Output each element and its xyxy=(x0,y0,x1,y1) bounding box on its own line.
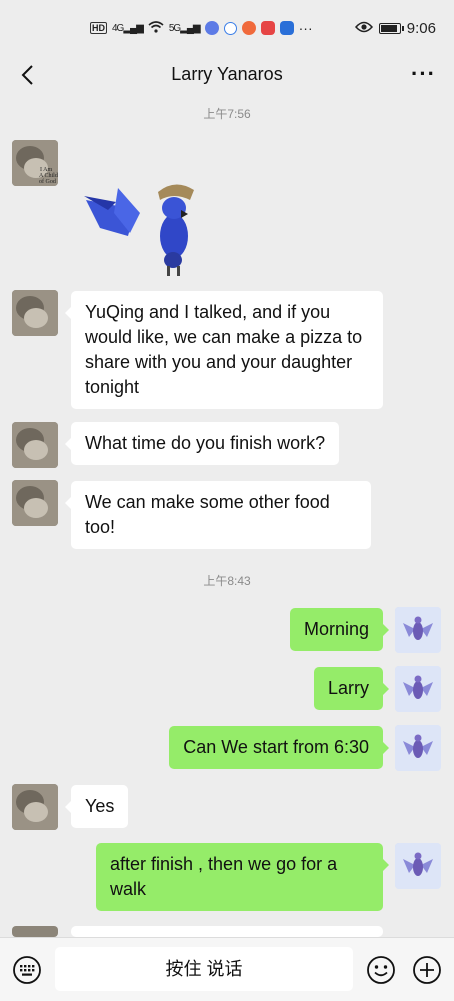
signal-icon: 4G▂▄▆ xyxy=(112,22,144,34)
emoji-icon xyxy=(367,956,395,984)
keyboard-toggle-button[interactable] xyxy=(12,955,42,985)
page-title: Larry Yanaros xyxy=(171,64,283,84)
message-bubble-incoming[interactable]: YuQing and I talked, and if you would li… xyxy=(65,291,383,409)
app-notification-icon-2 xyxy=(241,21,256,35)
contact-avatar[interactable] xyxy=(12,422,58,468)
message-bubble-incoming-partial[interactable] xyxy=(65,926,383,954)
avatar-image xyxy=(12,290,58,336)
avatar-text-3: of God xyxy=(39,178,56,185)
message-bubble-incoming[interactable]: We can make some other food too! xyxy=(65,481,371,549)
my-avatar[interactable] xyxy=(395,666,441,712)
emoji-button[interactable] xyxy=(366,955,396,985)
my-avatar[interactable] xyxy=(395,607,441,653)
more-actions-button[interactable] xyxy=(412,955,442,985)
status-left: HD 4G▂▄▆ 5G▂▄▆ ··· xyxy=(90,20,313,36)
timestamp: 上午7:56 xyxy=(203,107,251,121)
hd-icon: HD xyxy=(90,22,107,34)
message-bubble-outgoing[interactable]: Can We start from 6:30 xyxy=(169,726,389,769)
status-bar: HD 4G▂▄▆ 5G▂▄▆ ··· 9:06 xyxy=(0,0,454,56)
contact-avatar[interactable]: I Am A Child of God xyxy=(12,140,58,186)
message-bubble-incoming[interactable]: What time do you finish work? xyxy=(64,422,340,465)
more-options-button[interactable]: ··· xyxy=(411,61,436,87)
contact-avatar[interactable] xyxy=(12,784,58,830)
avatar-image xyxy=(12,784,58,830)
message-bubble-outgoing[interactable]: Morning xyxy=(289,608,390,651)
eye-icon xyxy=(354,20,373,37)
avatar-image xyxy=(395,607,441,653)
hold-to-talk-button[interactable]: 按住 说话 xyxy=(55,947,353,991)
message-bubble-incoming[interactable]: Yes xyxy=(64,785,129,828)
avatar-image: I Am A Child of God xyxy=(12,140,58,186)
contact-avatar[interactable] xyxy=(12,480,58,526)
status-time: 9:06 xyxy=(406,19,436,37)
message-bubble-outgoing[interactable]: after finish , then we go for a walk xyxy=(96,843,389,911)
my-avatar[interactable] xyxy=(395,843,441,889)
parrot-sticker-image xyxy=(84,184,194,276)
avatar-image xyxy=(12,480,58,526)
my-avatar[interactable] xyxy=(395,725,441,771)
contact-avatar[interactable] xyxy=(12,926,58,937)
more-notifications-icon: ··· xyxy=(298,20,313,36)
plus-icon xyxy=(413,956,441,984)
avatar-image xyxy=(12,422,58,468)
avatar-image xyxy=(395,843,441,889)
input-bar: 按住 说话 xyxy=(0,937,454,1001)
battery-icon xyxy=(378,22,404,34)
status-right: 9:06 xyxy=(354,19,436,37)
parrot-sticker[interactable] xyxy=(78,178,198,278)
app-notification-icon-4 xyxy=(279,21,294,35)
chat-notification-icon xyxy=(223,21,237,35)
message-bubble-outgoing[interactable]: Larry xyxy=(313,667,390,710)
app-notification-icon-3 xyxy=(260,21,275,35)
avatar-image xyxy=(395,666,441,712)
wifi-icon xyxy=(148,20,164,36)
keyboard-icon xyxy=(13,956,41,984)
app-notification-icon xyxy=(204,21,219,35)
avatar-image xyxy=(395,725,441,771)
timestamp: 上午8:43 xyxy=(203,574,251,588)
chat-header: Larry Yanaros ··· xyxy=(0,56,454,96)
signal2-icon: 5G▂▄▆ xyxy=(168,22,201,34)
contact-avatar[interactable] xyxy=(12,290,58,336)
network2-label: 5G xyxy=(168,22,181,34)
network-label: 4G xyxy=(112,22,124,34)
